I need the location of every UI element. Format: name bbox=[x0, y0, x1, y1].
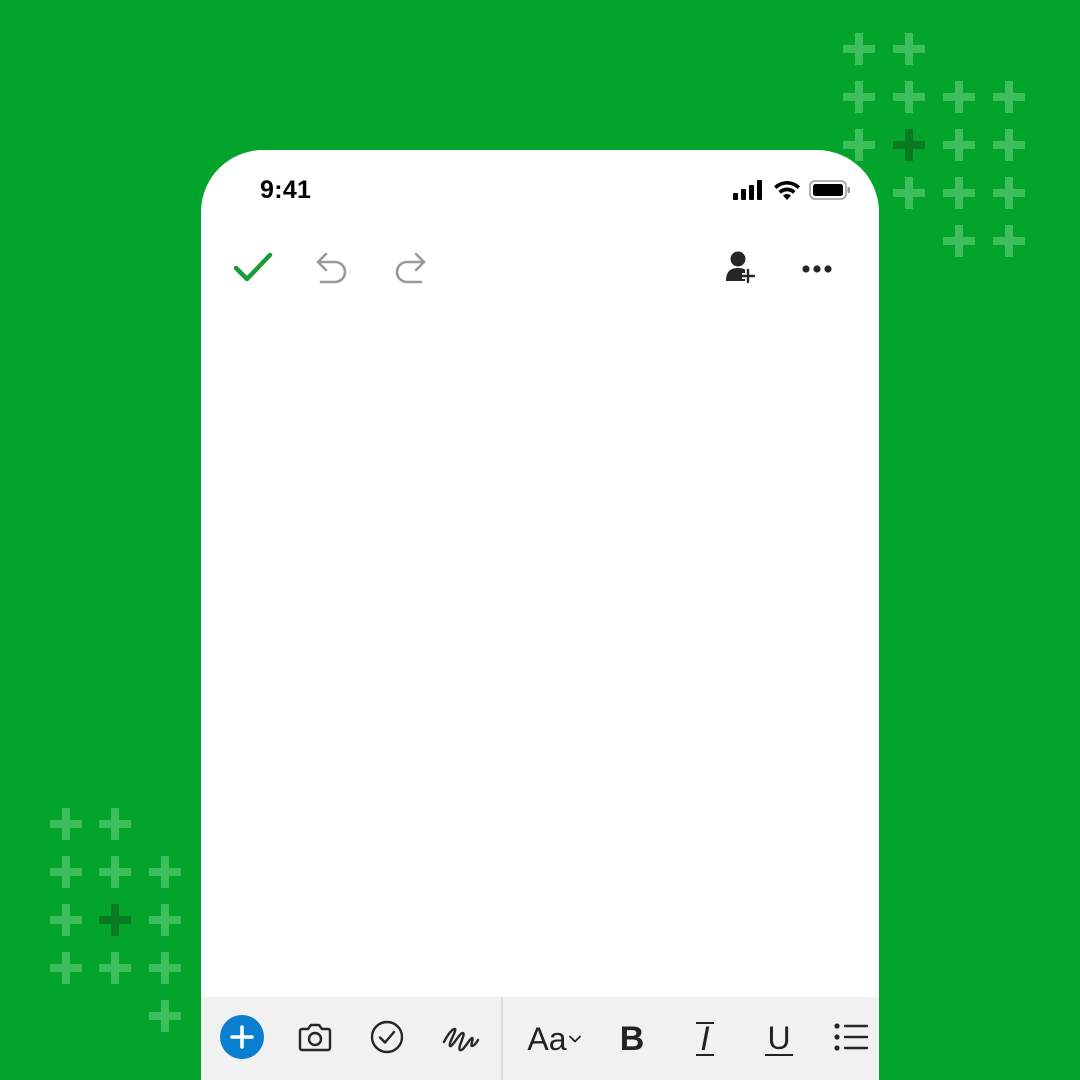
bullet-list-icon bbox=[833, 1022, 869, 1057]
plus-decor-icon bbox=[50, 808, 82, 840]
plus-decor-icon bbox=[943, 129, 975, 161]
wifi-icon bbox=[773, 180, 801, 205]
cellular-signal-icon bbox=[733, 180, 765, 205]
add-person-icon bbox=[722, 249, 760, 292]
checkmark-icon bbox=[233, 251, 273, 290]
plus-decor-icon bbox=[50, 904, 82, 936]
italic-label: I bbox=[696, 1022, 714, 1056]
plus-decor-icon bbox=[943, 225, 975, 257]
plus-decor-icon bbox=[943, 81, 975, 113]
underline-label: U bbox=[765, 1020, 793, 1056]
insert-button[interactable] bbox=[219, 1014, 265, 1064]
battery-icon bbox=[809, 180, 851, 205]
plus-decor-dark-icon bbox=[893, 129, 925, 161]
status-time: 9:41 bbox=[260, 176, 312, 204]
plus-decor-icon bbox=[843, 129, 875, 161]
plus-decor-icon bbox=[99, 808, 131, 840]
chevron-down-icon bbox=[568, 1030, 581, 1048]
plus-decor-icon bbox=[943, 177, 975, 209]
plus-decor-icon bbox=[993, 129, 1025, 161]
status-icons bbox=[733, 180, 851, 205]
share-button[interactable] bbox=[717, 246, 765, 294]
plus-decor-icon bbox=[50, 952, 82, 984]
text-style-label: Aa bbox=[527, 1020, 567, 1057]
plus-decor-icon bbox=[893, 33, 925, 65]
undo-button[interactable] bbox=[308, 246, 356, 294]
plus-decor-icon bbox=[149, 856, 181, 888]
plus-decor-icon bbox=[149, 952, 181, 984]
sketch-button[interactable] bbox=[441, 1015, 481, 1063]
plus-decor-icon bbox=[99, 952, 131, 984]
toolbar-divider bbox=[501, 997, 503, 1080]
note-editor-area[interactable] bbox=[201, 310, 879, 996]
italic-button[interactable]: I bbox=[687, 1015, 723, 1063]
done-button[interactable] bbox=[229, 246, 277, 294]
more-icon bbox=[801, 261, 833, 279]
plus-decor-icon bbox=[149, 904, 181, 936]
redo-button[interactable] bbox=[386, 246, 434, 294]
camera-icon bbox=[298, 1022, 332, 1057]
plus-decor-icon bbox=[993, 225, 1025, 257]
plus-decor-icon bbox=[993, 177, 1025, 209]
undo-icon bbox=[314, 251, 350, 290]
plus-icon bbox=[220, 1014, 264, 1064]
phone-screen: 9:41 Aa B I U bbox=[201, 150, 879, 1080]
checkbox-icon bbox=[370, 1020, 404, 1059]
formatting-toolbar: Aa B I U bbox=[201, 997, 879, 1080]
camera-button[interactable] bbox=[295, 1015, 335, 1063]
plus-decor-icon bbox=[99, 856, 131, 888]
plus-decor-icon bbox=[149, 1000, 181, 1032]
more-options-button[interactable] bbox=[793, 246, 841, 294]
text-style-button[interactable]: Aa bbox=[523, 1015, 585, 1063]
plus-decor-icon bbox=[50, 856, 82, 888]
task-button[interactable] bbox=[367, 1015, 407, 1063]
plus-decor-icon bbox=[993, 81, 1025, 113]
plus-decor-icon bbox=[843, 33, 875, 65]
plus-decor-icon bbox=[893, 81, 925, 113]
underline-button[interactable]: U bbox=[761, 1015, 797, 1063]
bold-label: B bbox=[619, 1019, 645, 1058]
bold-button[interactable]: B bbox=[615, 1015, 649, 1063]
sketch-icon bbox=[442, 1020, 480, 1059]
plus-decor-icon bbox=[843, 81, 875, 113]
plus-decor-icon bbox=[893, 177, 925, 209]
plus-decor-dark-icon bbox=[99, 904, 131, 936]
redo-icon bbox=[392, 251, 428, 290]
bullet-list-button[interactable] bbox=[833, 1015, 869, 1063]
